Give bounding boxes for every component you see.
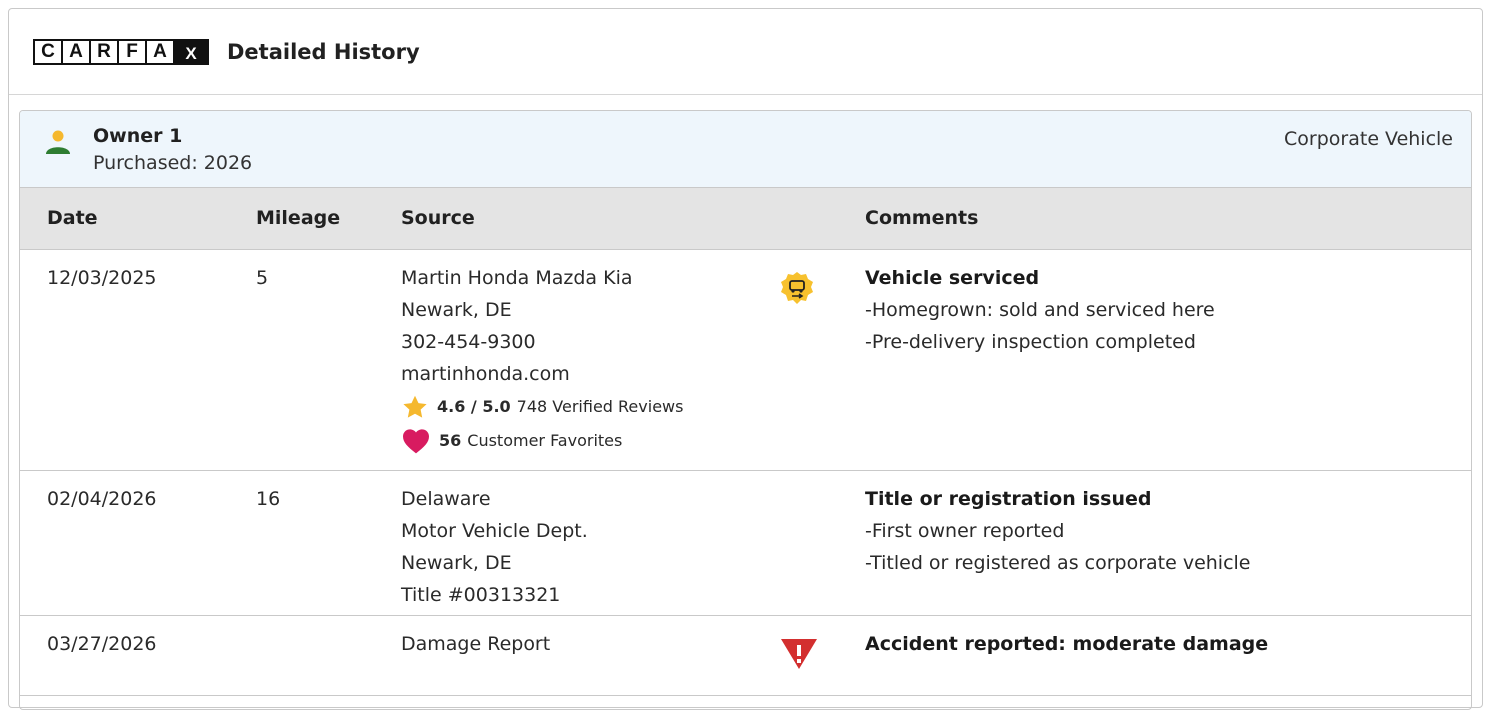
source-name: Martin Honda Mazda Kia	[401, 267, 633, 289]
row-source: Martin Honda Mazda Kia Newark, DE 302-45…	[401, 262, 683, 458]
logo-letter-a: A	[61, 38, 91, 65]
row-source: Damage Report	[401, 628, 550, 660]
logo-letter-r: R	[89, 38, 119, 65]
column-mileage: Mileage	[256, 207, 341, 229]
favorites-count: 56	[439, 431, 462, 450]
source-location: Newark, DE	[401, 299, 512, 321]
owner-purchased: Purchased: 2026	[93, 152, 253, 174]
comment-line: -Homegrown: sold and serviced here	[865, 299, 1215, 321]
row-mileage: 5	[256, 267, 269, 289]
source-department: Motor Vehicle Dept.	[401, 520, 588, 542]
row-comments: Accident reported: moderate damage	[865, 628, 1268, 660]
table-header-row: Date Mileage Source Comments	[20, 188, 1471, 250]
source-name: Damage Report	[401, 633, 551, 655]
source-title-number: Title #00313321	[401, 584, 561, 606]
service-icon	[781, 272, 813, 304]
logo-letter-a2: A	[145, 38, 175, 65]
comment-line: -First owner reported	[865, 520, 1065, 542]
comment-line: -Pre-delivery inspection completed	[865, 331, 1196, 353]
row-date: 02/04/2026	[47, 488, 157, 510]
row-mileage: 16	[256, 488, 281, 510]
row-date: 12/03/2025	[47, 267, 157, 289]
column-source: Source	[401, 207, 475, 229]
source-phone[interactable]: 302-454-9300	[401, 326, 683, 358]
comment-title: Accident reported: moderate damage	[865, 633, 1269, 655]
person-icon	[46, 130, 70, 154]
table-row: 02/04/2026 16 Delaware Motor Vehicle Dep…	[20, 471, 1471, 616]
carfax-logo: C A R F A X	[33, 38, 209, 65]
row-source: Delaware Motor Vehicle Dept. Newark, DE …	[401, 483, 588, 611]
table-row: 12/03/2025 5 Martin Honda Mazda Kia Newa…	[20, 250, 1471, 471]
table-row: 03/27/2026 Damage Report Accident report…	[20, 616, 1471, 696]
comment-line: -Titled or registered as corporate vehic…	[865, 552, 1251, 574]
rating-score: 4.6 / 5.0	[437, 397, 511, 416]
page-title: Detailed History	[227, 39, 420, 64]
logo-letter-c: C	[33, 38, 63, 65]
column-comments: Comments	[865, 207, 979, 229]
logo-letter-x: X	[173, 38, 209, 65]
owner-name: Owner 1	[93, 125, 183, 147]
detailed-history-card: C A R F A X Detailed History Owner 1 Pur…	[8, 8, 1483, 710]
owner-bar: Owner 1 Purchased: 2026 Corporate Vehicl…	[20, 111, 1471, 188]
source-name: Delaware	[401, 488, 491, 510]
comment-title: Title or registration issued	[865, 488, 1152, 510]
row-date: 03/27/2026	[47, 633, 157, 655]
comment-title: Vehicle serviced	[865, 267, 1040, 289]
owner-panel: Owner 1 Purchased: 2026 Corporate Vehicl…	[19, 110, 1472, 710]
rating-reviews: 748 Verified Reviews	[516, 397, 684, 416]
row-comments: Title or registration issued -First owne…	[865, 483, 1251, 579]
row-comments: Vehicle serviced -Homegrown: sold and se…	[865, 262, 1215, 358]
customer-favorites[interactable]: 56 Customer Favorites	[401, 424, 683, 458]
favorites-label: Customer Favorites	[467, 431, 623, 450]
card-header: C A R F A X Detailed History	[9, 9, 1482, 95]
dealer-rating[interactable]: 4.6 / 5.0 748 Verified Reviews	[401, 390, 683, 424]
source-location: Newark, DE	[401, 552, 512, 574]
heart-icon	[403, 429, 429, 454]
owner-type: Corporate Vehicle	[1284, 128, 1453, 150]
source-website-link[interactable]: martinhonda.com	[401, 358, 683, 390]
column-date: Date	[47, 207, 98, 229]
logo-letter-f: F	[117, 38, 147, 65]
warning-icon	[781, 639, 817, 669]
star-icon	[403, 395, 427, 418]
